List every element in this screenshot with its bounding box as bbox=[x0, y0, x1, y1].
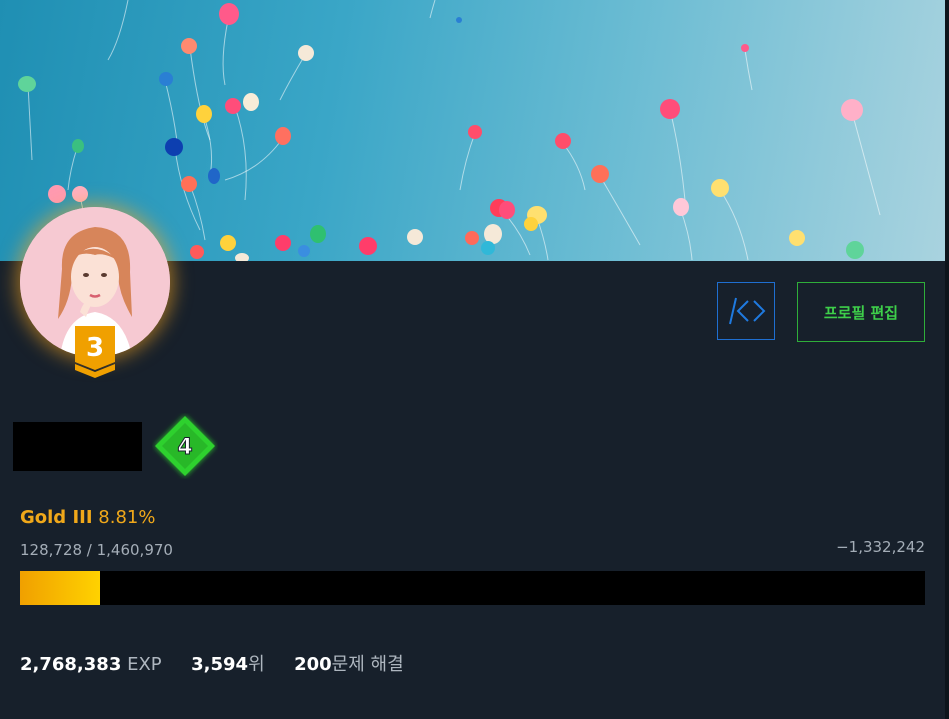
tier-level-number: 4 bbox=[177, 435, 192, 460]
profile-stats: 2,768,383 EXP 3,594위 200문제 해결 bbox=[20, 650, 404, 676]
code-view-button[interactable] bbox=[717, 282, 775, 340]
profile-banner-image bbox=[0, 0, 945, 261]
window-edge bbox=[945, 0, 949, 719]
exp-remaining-text: −1,332,242 bbox=[836, 538, 925, 556]
balloons-illustration bbox=[18, 0, 881, 261]
solved-unit: 문제 해결 bbox=[331, 654, 404, 675]
rank-badge-number: 3 bbox=[86, 333, 104, 363]
edit-profile-button[interactable]: 프로필 편집 bbox=[797, 282, 925, 342]
exp-progress-text: 128,728 / 1,460,970 bbox=[20, 541, 173, 559]
code-bracket-icon bbox=[729, 297, 766, 325]
exp-value: 2,768,383 bbox=[20, 654, 122, 675]
tier-name: Gold III bbox=[20, 507, 93, 528]
tier-progress-fill bbox=[20, 571, 100, 605]
username-redacted bbox=[13, 422, 142, 471]
edit-profile-label: 프로필 편집 bbox=[823, 303, 899, 322]
rank-value: 3,594 bbox=[191, 654, 249, 675]
tier-level-diamond-icon: 4 bbox=[155, 416, 215, 476]
tier-info: Gold III 8.81% bbox=[20, 507, 155, 528]
solved-value: 200 bbox=[294, 654, 332, 675]
tier-progress-bar bbox=[20, 571, 925, 605]
rank-badge-icon: 3 bbox=[75, 326, 115, 378]
rank-unit: 위 bbox=[248, 654, 265, 675]
tier-percent: 8.81% bbox=[98, 507, 156, 528]
exp-unit: EXP bbox=[127, 654, 162, 675]
